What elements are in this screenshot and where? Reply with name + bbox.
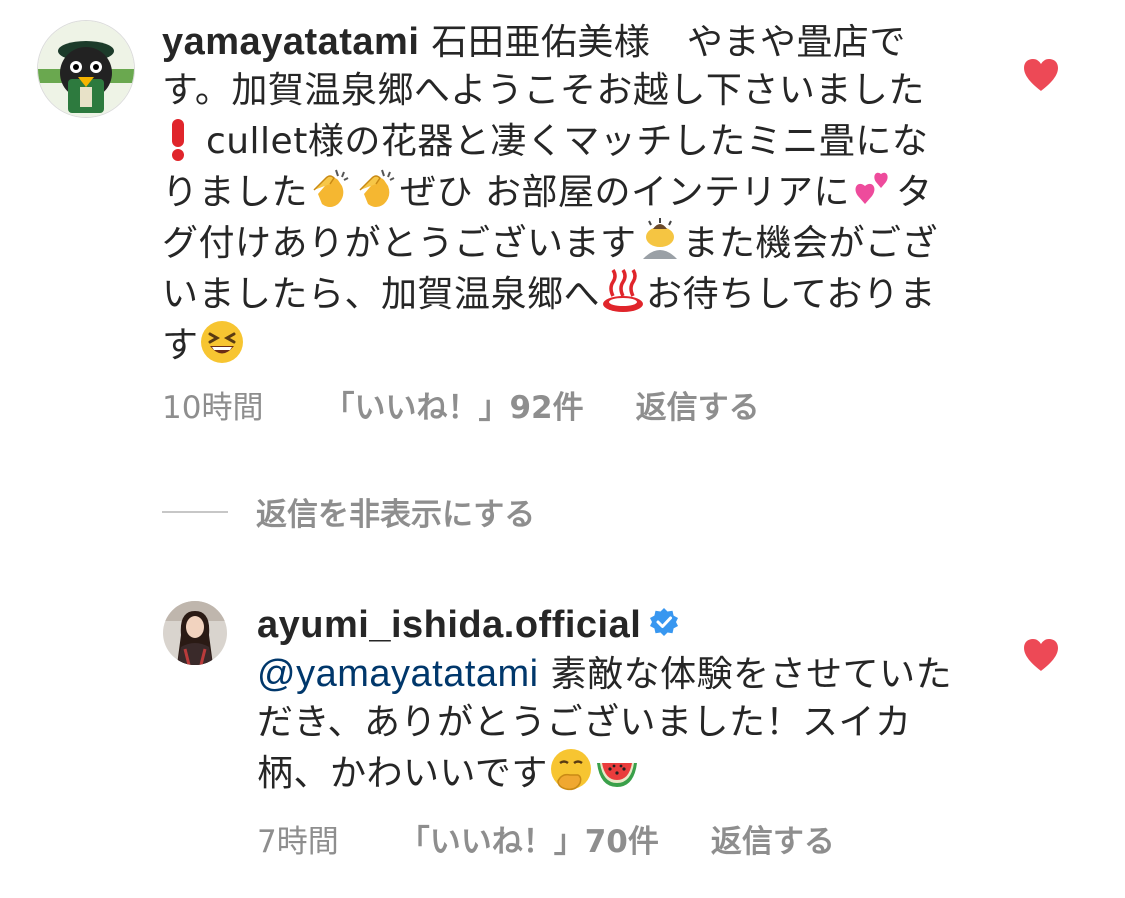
hot-springs-emoji (600, 268, 646, 314)
divider-line (162, 510, 228, 513)
verified-badge-icon (649, 602, 679, 636)
clapping-hands-emoji (354, 166, 400, 212)
comment-text-segment: ぜひ お部屋のインテリアに (400, 172, 850, 213)
likes-count[interactable]: 「いいね！」70件 (399, 816, 659, 861)
avatar-ayumi-ishida[interactable] (163, 601, 227, 665)
heart-icon[interactable] (1022, 57, 1060, 93)
reply-button[interactable]: 返信する (636, 382, 760, 427)
hide-replies-button[interactable]: 返信を非表示にする (162, 489, 535, 534)
two-hearts-emoji (850, 166, 896, 212)
mention-link[interactable]: @yamayatatami (257, 653, 539, 695)
comment-meta: 7時間 「いいね！」70件 返信する (257, 816, 835, 861)
likes-count[interactable]: 「いいね！」92件 (323, 382, 583, 427)
person-bowing-emoji (637, 217, 683, 263)
face-with-hand-over-mouth-emoji (548, 747, 594, 793)
comment-time: 7時間 (257, 824, 339, 860)
heart-icon[interactable] (1022, 637, 1060, 673)
hide-replies-label: 返信を非表示にする (256, 497, 536, 533)
comment-time: 10時間 (162, 390, 264, 426)
comment-meta: 10時間 「いいね！」92件 返信する (162, 382, 760, 427)
comment-body: yamayatatami 石田亜佑美様 やまや畳店です。加賀温泉郷へようこそお越… (162, 18, 952, 370)
profile-photo-icon (163, 601, 227, 665)
comment-username[interactable]: ayumi_ishida.official (257, 604, 641, 646)
avatar-yamayatatami[interactable] (37, 20, 135, 118)
watermelon-emoji (594, 747, 640, 793)
red-exclamation-emoji (162, 115, 194, 161)
comment-body: ayumi_ishida.official @yamayatatami 素敵な体験… (257, 601, 957, 798)
comment-username[interactable]: yamayatatami (162, 21, 419, 63)
clapping-hands-emoji (308, 166, 354, 212)
bird-mascot-avatar-icon (38, 21, 134, 117)
reply-button[interactable]: 返信する (711, 816, 835, 861)
grinning-squinting-face-emoji (199, 319, 245, 365)
